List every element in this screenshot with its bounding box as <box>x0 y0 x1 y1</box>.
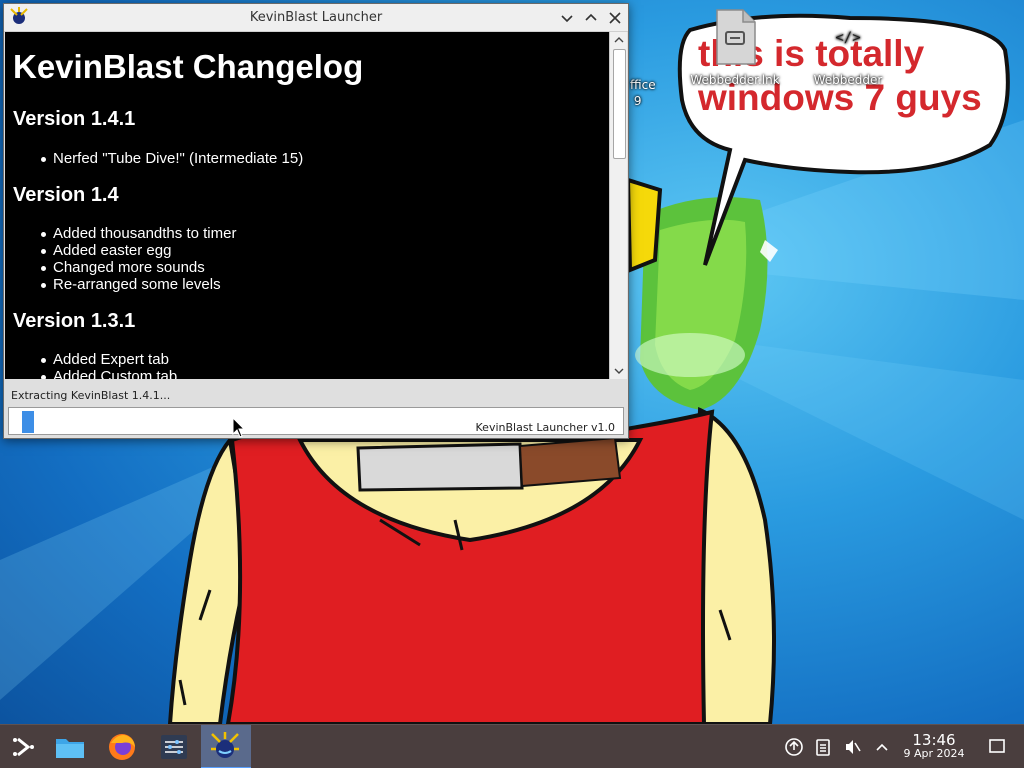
kevinblast-icon <box>211 732 239 758</box>
progress-bar: KevinBlast Launcher v1.0 <box>8 407 624 435</box>
launcher-icon <box>13 737 34 757</box>
list-item: Re-arranged some levels <box>39 276 236 293</box>
desktop[interactable]: this is totally windows 7 guys Webbedder… <box>0 0 1024 768</box>
desktop-icon-partial-label[interactable]: ffice 9 <box>630 77 656 109</box>
list-item: Added Custom tab <box>39 368 177 379</box>
version-heading: Version 1.4.1 <box>13 108 136 130</box>
version-heading: Version 1.3.1 <box>13 310 136 332</box>
firefox-button[interactable] <box>98 725 146 768</box>
partial-label-line-2: 9 <box>633 94 642 108</box>
changelog-view[interactable]: KevinBlast Changelog Version 1.4.1 Nerfe… <box>5 32 627 379</box>
kevinblast-task-button[interactable] <box>201 725 251 768</box>
mouse-cursor-icon <box>232 417 246 438</box>
svg-text:</>: </> <box>835 30 860 46</box>
desktop-icon-label: Webbedder.lnk <box>690 73 780 87</box>
vertical-scrollbar[interactable] <box>609 32 627 379</box>
kevinblast-launcher-window[interactable]: KevinBlast Launcher KevinBlast Changelog… <box>3 3 629 439</box>
clock-date[interactable]: 9 Apr 2024 <box>894 747 974 760</box>
progress-fill <box>22 411 34 433</box>
update-icon[interactable] <box>784 737 804 757</box>
show-desktop-icon[interactable] <box>988 737 1006 755</box>
firefox-icon <box>109 734 135 760</box>
scrollbar-thumb[interactable] <box>613 49 626 159</box>
version-heading: Version 1.4 <box>13 184 119 206</box>
changelog-title: KevinBlast Changelog <box>13 48 364 85</box>
list-item: Changed more sounds <box>39 259 236 276</box>
code-file-icon: </> <box>835 30 860 46</box>
version-items: Nerfed "Tube Dive!" (Intermediate 15) <box>39 150 303 167</box>
version-label: KevinBlast Launcher v1.0 <box>475 421 615 434</box>
list-item: Added Expert tab <box>39 351 177 368</box>
file-manager-button[interactable] <box>46 725 94 768</box>
version-items: Added thousandths to timer Added easter … <box>39 225 236 293</box>
sliders-icon <box>161 735 187 759</box>
title-bar[interactable]: KevinBlast Launcher <box>4 4 628 32</box>
app-launcher-button[interactable] <box>0 725 48 768</box>
version-items: Added Expert tab Added Custom tab <box>39 351 177 379</box>
status-text: Extracting KevinBlast 1.4.1... <box>11 389 171 402</box>
minimize-button[interactable] <box>557 8 577 28</box>
window-title: KevinBlast Launcher <box>249 10 383 25</box>
list-item: Added easter egg <box>39 242 236 259</box>
volume-muted-icon[interactable] <box>843 737 863 757</box>
file-link-icon <box>716 9 756 65</box>
desktop-icon-webbedder-lnk[interactable]: Webbedder.lnk <box>687 8 783 87</box>
taskbar <box>0 724 1024 768</box>
scroll-up-arrow-icon[interactable] <box>610 32 627 48</box>
chevron-up-icon[interactable] <box>872 737 892 757</box>
desktop-icon-label: Webbedder <box>813 73 883 87</box>
partial-label-line-1: ffice <box>630 78 656 92</box>
clipboard-icon[interactable] <box>813 737 833 757</box>
settings-button[interactable] <box>150 725 198 768</box>
list-item: Added thousandths to timer <box>39 225 236 242</box>
folder-icon <box>56 739 84 758</box>
scroll-down-arrow-icon[interactable] <box>610 363 627 379</box>
close-button[interactable] <box>605 8 625 28</box>
list-item: Nerfed "Tube Dive!" (Intermediate 15) <box>39 150 303 167</box>
desktop-icon-webbedder[interactable]: </> Webbedder <box>800 8 896 87</box>
maximize-button[interactable] <box>581 8 601 28</box>
